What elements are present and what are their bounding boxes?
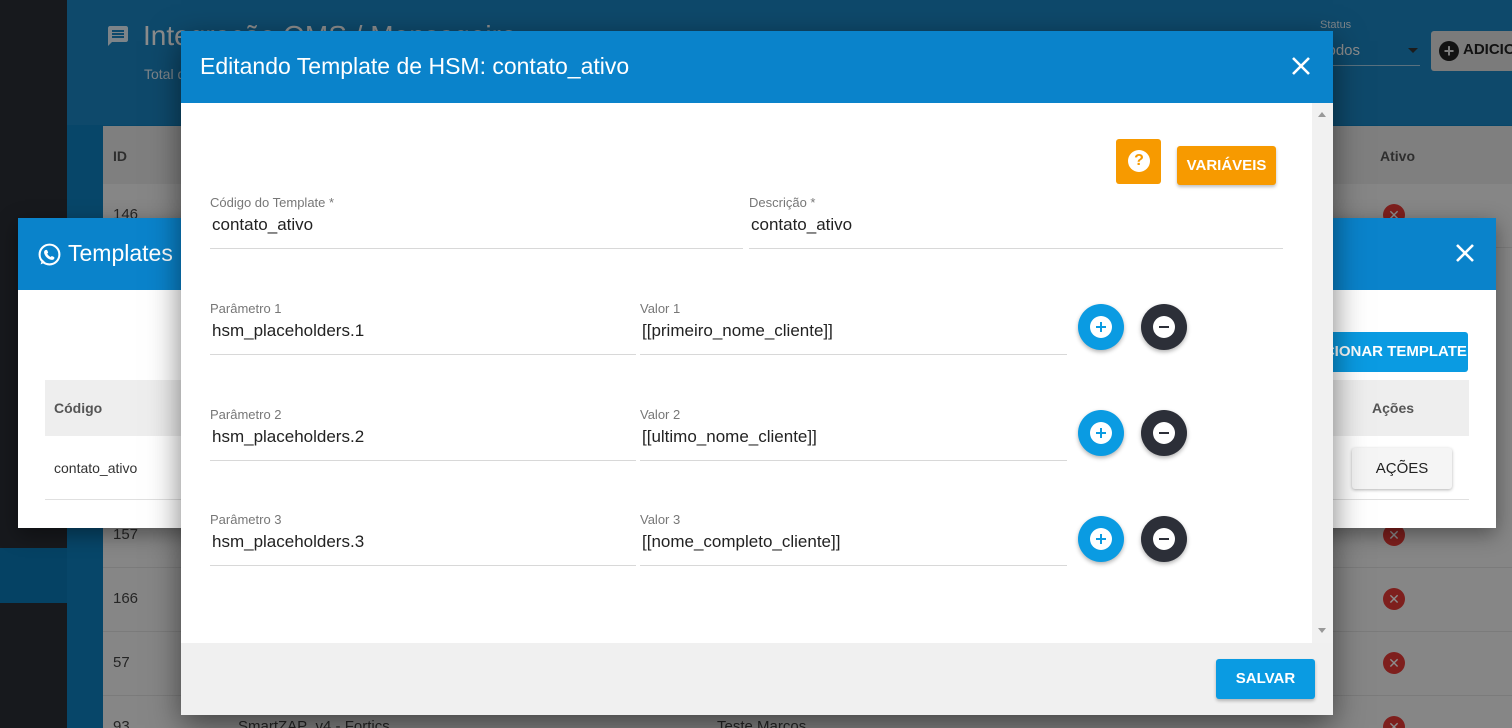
- value-input[interactable]: [[nome_completo_cliente]]: [642, 532, 840, 552]
- field-underline: [640, 565, 1067, 566]
- template-code-cell: contato_ativo: [54, 460, 138, 476]
- description-field[interactable]: Descrição * contato_ativo: [749, 195, 1283, 249]
- close-icon[interactable]: [1454, 242, 1476, 264]
- field-underline: [210, 354, 636, 355]
- add-parameter-button[interactable]: [1078, 516, 1124, 562]
- add-parameter-button[interactable]: [1078, 410, 1124, 456]
- plus-circle-icon: [1090, 528, 1112, 550]
- parameter-1-field[interactable]: Parâmetro 1 hsm_placeholders.1: [210, 301, 636, 355]
- help-button[interactable]: ?: [1116, 139, 1161, 184]
- plus-circle-icon: [1090, 316, 1112, 338]
- parameter-label: Parâmetro 2: [210, 407, 282, 422]
- dialog-scrollbar[interactable]: [1312, 103, 1333, 643]
- description-label: Descrição *: [749, 195, 816, 210]
- description-input[interactable]: contato_ativo: [751, 215, 852, 235]
- variables-button[interactable]: VARIÁVEIS: [1177, 146, 1276, 185]
- value-label: Valor 2: [640, 407, 681, 422]
- parameter-label: Parâmetro 1: [210, 301, 282, 316]
- parameter-input[interactable]: hsm_placeholders.1: [212, 321, 364, 341]
- value-label: Valor 1: [640, 301, 681, 316]
- parameter-label: Parâmetro 3: [210, 512, 282, 527]
- field-underline: [210, 565, 636, 566]
- remove-parameter-button[interactable]: [1141, 304, 1187, 350]
- scroll-up-arrow-icon[interactable]: [1318, 112, 1326, 117]
- remove-parameter-button[interactable]: [1141, 516, 1187, 562]
- close-icon[interactable]: [1290, 55, 1312, 77]
- template-code-input[interactable]: contato_ativo: [212, 215, 313, 235]
- field-underline: [640, 354, 1067, 355]
- edit-dialog-header: Editando Template de HSM: contato_ativo: [181, 31, 1333, 103]
- header-actions: Ações: [1372, 400, 1415, 416]
- header-code: Código: [54, 400, 103, 416]
- value-2-field[interactable]: Valor 2 [[ultimo_nome_cliente]]: [640, 407, 1067, 461]
- template-code-field[interactable]: Código do Template * contato_ativo: [210, 195, 743, 249]
- actions-button[interactable]: AÇÕES: [1352, 448, 1452, 489]
- remove-parameter-button[interactable]: [1141, 410, 1187, 456]
- template-code-label: Código do Template *: [210, 195, 335, 210]
- parameter-input[interactable]: hsm_placeholders.2: [212, 427, 364, 447]
- minus-circle-icon: [1153, 528, 1175, 550]
- value-3-field[interactable]: Valor 3 [[nome_completo_cliente]]: [640, 512, 1067, 566]
- edit-dialog-title: Editando Template de HSM: contato_ativo: [200, 53, 630, 79]
- save-button[interactable]: SALVAR: [1216, 659, 1315, 699]
- templates-dialog-title: Templates: [68, 240, 173, 266]
- value-label: Valor 3: [640, 512, 681, 527]
- add-parameter-button[interactable]: [1078, 304, 1124, 350]
- plus-circle-icon: [1090, 422, 1112, 444]
- value-1-field[interactable]: Valor 1 [[primeiro_nome_cliente]]: [640, 301, 1067, 355]
- parameter-input[interactable]: hsm_placeholders.3: [212, 532, 364, 552]
- field-underline: [640, 460, 1067, 461]
- minus-circle-icon: [1153, 422, 1175, 444]
- minus-circle-icon: [1153, 316, 1175, 338]
- question-icon: ?: [1128, 150, 1150, 172]
- field-underline: [210, 248, 743, 249]
- value-input[interactable]: [[primeiro_nome_cliente]]: [642, 321, 833, 341]
- edit-template-dialog: Editando Template de HSM: contato_ativo …: [181, 31, 1333, 715]
- value-input[interactable]: [[ultimo_nome_cliente]]: [642, 427, 817, 447]
- field-underline: [210, 460, 636, 461]
- field-underline: [749, 248, 1283, 249]
- parameter-3-field[interactable]: Parâmetro 3 hsm_placeholders.3: [210, 512, 636, 566]
- whatsapp-icon: [38, 243, 61, 266]
- edit-dialog-footer: SALVAR: [181, 643, 1333, 715]
- parameter-2-field[interactable]: Parâmetro 2 hsm_placeholders.2: [210, 407, 636, 461]
- scroll-down-arrow-icon[interactable]: [1318, 628, 1326, 633]
